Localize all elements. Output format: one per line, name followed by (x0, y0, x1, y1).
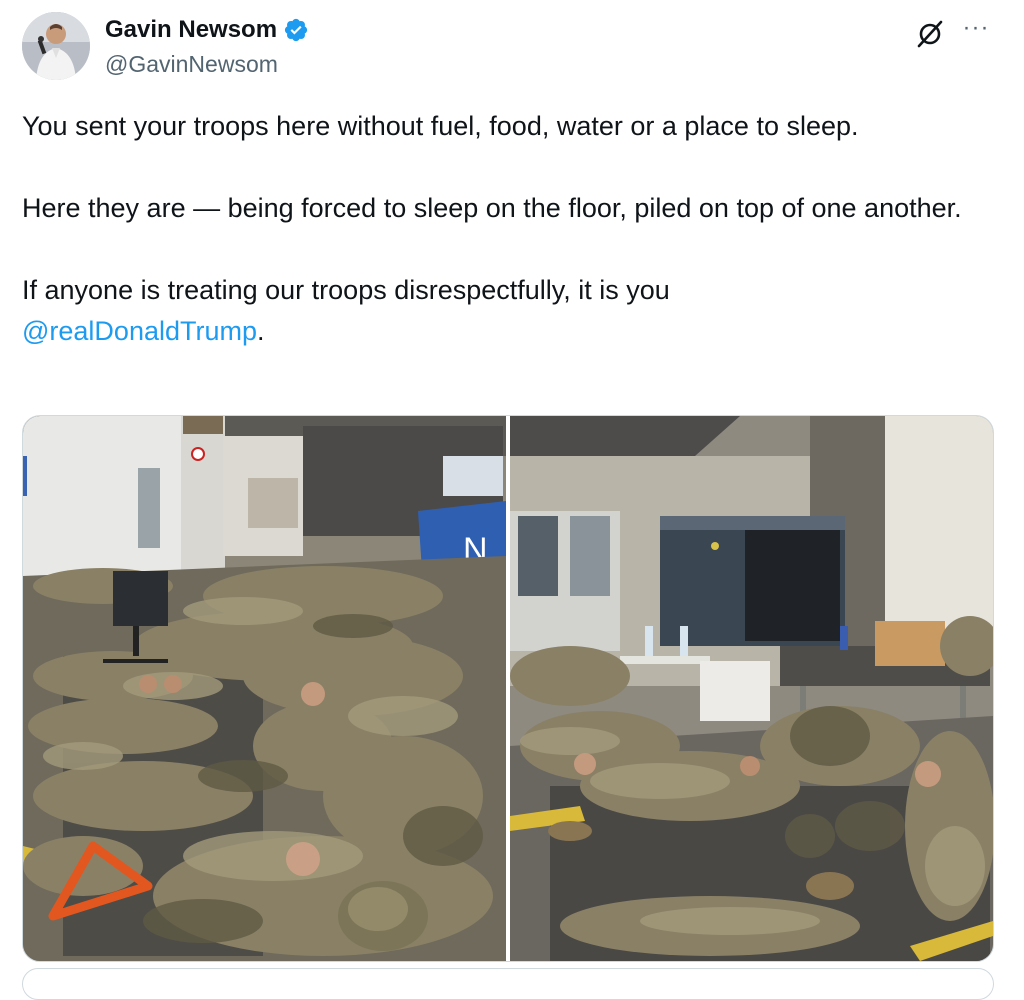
quoted-card-edge (22, 968, 994, 1000)
tweet-paragraph-3-end: . (257, 316, 265, 346)
photo-2[interactable] (510, 416, 993, 961)
avatar[interactable] (22, 12, 90, 80)
tweet-paragraph-1: You sent your troops here without fuel, … (22, 111, 859, 141)
tweet-paragraph-2: Here they are — being forced to sleep on… (22, 193, 962, 223)
grok-icon (917, 20, 943, 48)
display-name-text: Gavin Newsom (105, 16, 278, 43)
grok-button[interactable] (914, 18, 946, 50)
photo-soldiers-sleeping-xray-room-icon (510, 416, 993, 961)
more-options-icon: ··· (962, 14, 990, 41)
avatar-photo-icon (22, 12, 90, 80)
tweet: Gavin Newsom @GavinNewsom ··· You sent y… (0, 0, 1024, 1000)
more-options-button[interactable]: ··· (958, 16, 994, 46)
handle[interactable]: @GavinNewsom (105, 50, 278, 78)
media-grid: N (22, 415, 994, 962)
photo-1[interactable]: N (23, 416, 506, 961)
tweet-paragraph-3-text: If anyone is treating our troops disresp… (22, 275, 670, 305)
display-name[interactable]: Gavin Newsom (105, 16, 309, 44)
verified-badge-icon (284, 18, 308, 42)
tweet-paragraph-3: If anyone is treating our troops disresp… (22, 270, 982, 352)
photo-soldiers-sleeping-hallway-icon: N (23, 416, 506, 961)
tweet-text: You sent your troops here without fuel, … (22, 106, 982, 352)
mention-link[interactable]: @realDonaldTrump (22, 316, 257, 346)
